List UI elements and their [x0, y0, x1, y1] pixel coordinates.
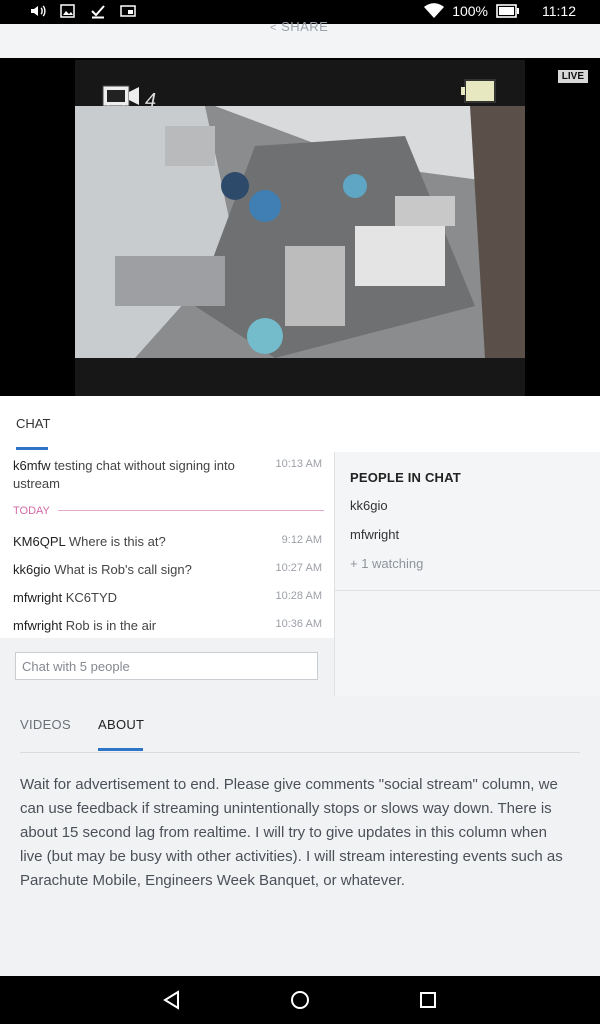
- share-icon: <: [270, 22, 277, 34]
- people-title: PEOPLE IN CHAT: [350, 470, 461, 485]
- chat-input-area: [0, 638, 335, 696]
- volume-icon: [31, 5, 46, 17]
- download-done-icon: [91, 5, 105, 19]
- chat-text: Rob is in the air: [65, 618, 157, 633]
- recents-icon[interactable]: [416, 988, 440, 1012]
- chat-username[interactable]: mfwright: [13, 590, 62, 605]
- clock: 11:12: [542, 3, 576, 19]
- tab-chat[interactable]: CHAT: [16, 416, 50, 431]
- chat-text: KC6TYD: [65, 590, 118, 605]
- chat-timestamp: 10:27 AM: [275, 562, 322, 574]
- status-icons-left: [30, 3, 136, 19]
- chat-timestamp: 9:12 AM: [281, 534, 322, 546]
- chat-message: KM6QPL Where is this at?: [13, 534, 166, 549]
- today-divider-label: TODAY: [13, 505, 50, 517]
- tab-about[interactable]: ABOUT: [98, 717, 144, 732]
- navigation-bar: [0, 976, 600, 1024]
- share-button[interactable]: < SHARE: [270, 19, 328, 34]
- image-icon: [60, 4, 75, 18]
- video-frame[interactable]: 4: [75, 60, 525, 396]
- share-label: SHARE: [281, 19, 329, 34]
- back-icon[interactable]: [160, 988, 184, 1012]
- chat-text: What is Rob's call sign?: [54, 562, 192, 577]
- live-badge: LIVE: [557, 70, 588, 83]
- wifi-icon: [424, 3, 445, 18]
- people-list: PEOPLE IN CHAT kk6gio mfwright + 1 watch…: [335, 452, 600, 591]
- chat-username[interactable]: kk6gio: [13, 562, 51, 577]
- chat-username[interactable]: k6mfw: [13, 458, 51, 473]
- about-text: Wait for advertisement to end. Please gi…: [20, 776, 563, 889]
- person-item[interactable]: mfwright: [350, 527, 399, 542]
- today-divider-line: [58, 510, 324, 511]
- tabs-divider: [20, 752, 580, 753]
- home-icon[interactable]: [288, 988, 312, 1012]
- tab-chat-indicator: [16, 447, 48, 450]
- chat-timestamp: 10:36 AM: [275, 618, 322, 630]
- chat-timestamp: 10:13 AM: [275, 458, 322, 470]
- chat-message: k6mfw testing chat without signing into …: [13, 457, 243, 493]
- video-scene: [75, 106, 525, 358]
- cast-icon: [120, 5, 136, 17]
- people-panel: PEOPLE IN CHAT kk6gio mfwright + 1 watch…: [335, 452, 600, 696]
- share-strip: < SHARE: [0, 19, 600, 58]
- chat-username[interactable]: mfwright: [13, 618, 62, 633]
- chat-tab-bar: CHAT: [0, 396, 600, 453]
- tab-videos[interactable]: VIDEOS: [20, 717, 71, 732]
- chat-message: mfwright KC6TYD: [13, 590, 117, 605]
- chat-timestamp: 10:28 AM: [275, 590, 322, 602]
- battery-percent: 100%: [452, 3, 488, 19]
- chat-message: mfwright Rob is in the air: [13, 618, 156, 633]
- chat-input[interactable]: [15, 652, 318, 680]
- tab-about-indicator: [98, 748, 143, 751]
- battery-overlay-icon: [461, 79, 496, 103]
- battery-icon: [496, 4, 519, 18]
- chat-message-list[interactable]: k6mfw testing chat without signing into …: [0, 452, 335, 638]
- person-item[interactable]: kk6gio: [350, 498, 388, 513]
- chat-username[interactable]: KM6QPL: [13, 534, 65, 549]
- watching-count: + 1 watching: [350, 556, 424, 571]
- chat-message: kk6gio What is Rob's call sign?: [13, 562, 192, 577]
- status-icons-right: 100% 11:12: [424, 3, 576, 19]
- info-section: VIDEOS ABOUT Wait for advertisement to e…: [0, 696, 600, 976]
- video-player[interactable]: LIVE 4: [0, 58, 600, 396]
- chat-text: Where is this at?: [68, 534, 166, 549]
